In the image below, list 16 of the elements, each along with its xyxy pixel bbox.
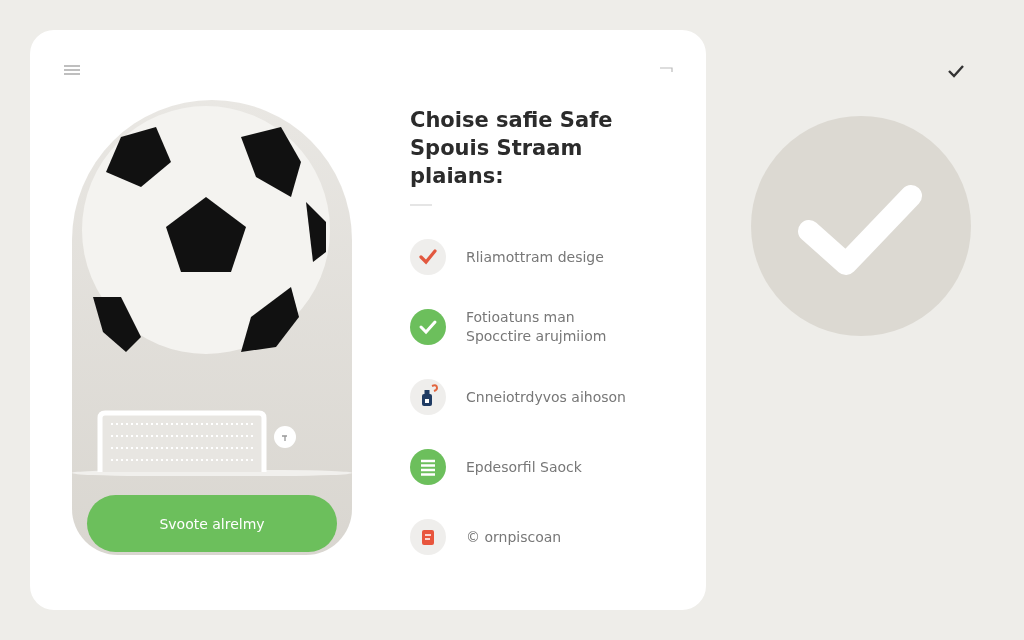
- check-circle-icon: [410, 309, 446, 345]
- feature-text: Fotioatuns man Spocctire arujmiiom: [466, 308, 607, 346]
- heading: Choise safie Safe Spouis Straam plaians:: [410, 107, 614, 190]
- check-circle-icon: [751, 116, 971, 336]
- list-icon: [410, 449, 446, 485]
- menu-icon[interactable]: [64, 65, 80, 75]
- info-icon[interactable]: [274, 426, 296, 448]
- start-button[interactable]: Svoote alrelmy: [87, 495, 337, 552]
- feature-text: Cnneiotrdyvos aihoson: [466, 387, 626, 407]
- check-icon[interactable]: [947, 64, 965, 78]
- bottle-icon: [410, 379, 446, 415]
- feature-text: © ornpiscoan: [466, 527, 562, 547]
- feature-text: Rliamottram desige: [466, 247, 604, 267]
- check-icon: [410, 239, 446, 275]
- feature-text: Epdesorfil Saock: [466, 457, 582, 477]
- document-icon: [410, 519, 446, 555]
